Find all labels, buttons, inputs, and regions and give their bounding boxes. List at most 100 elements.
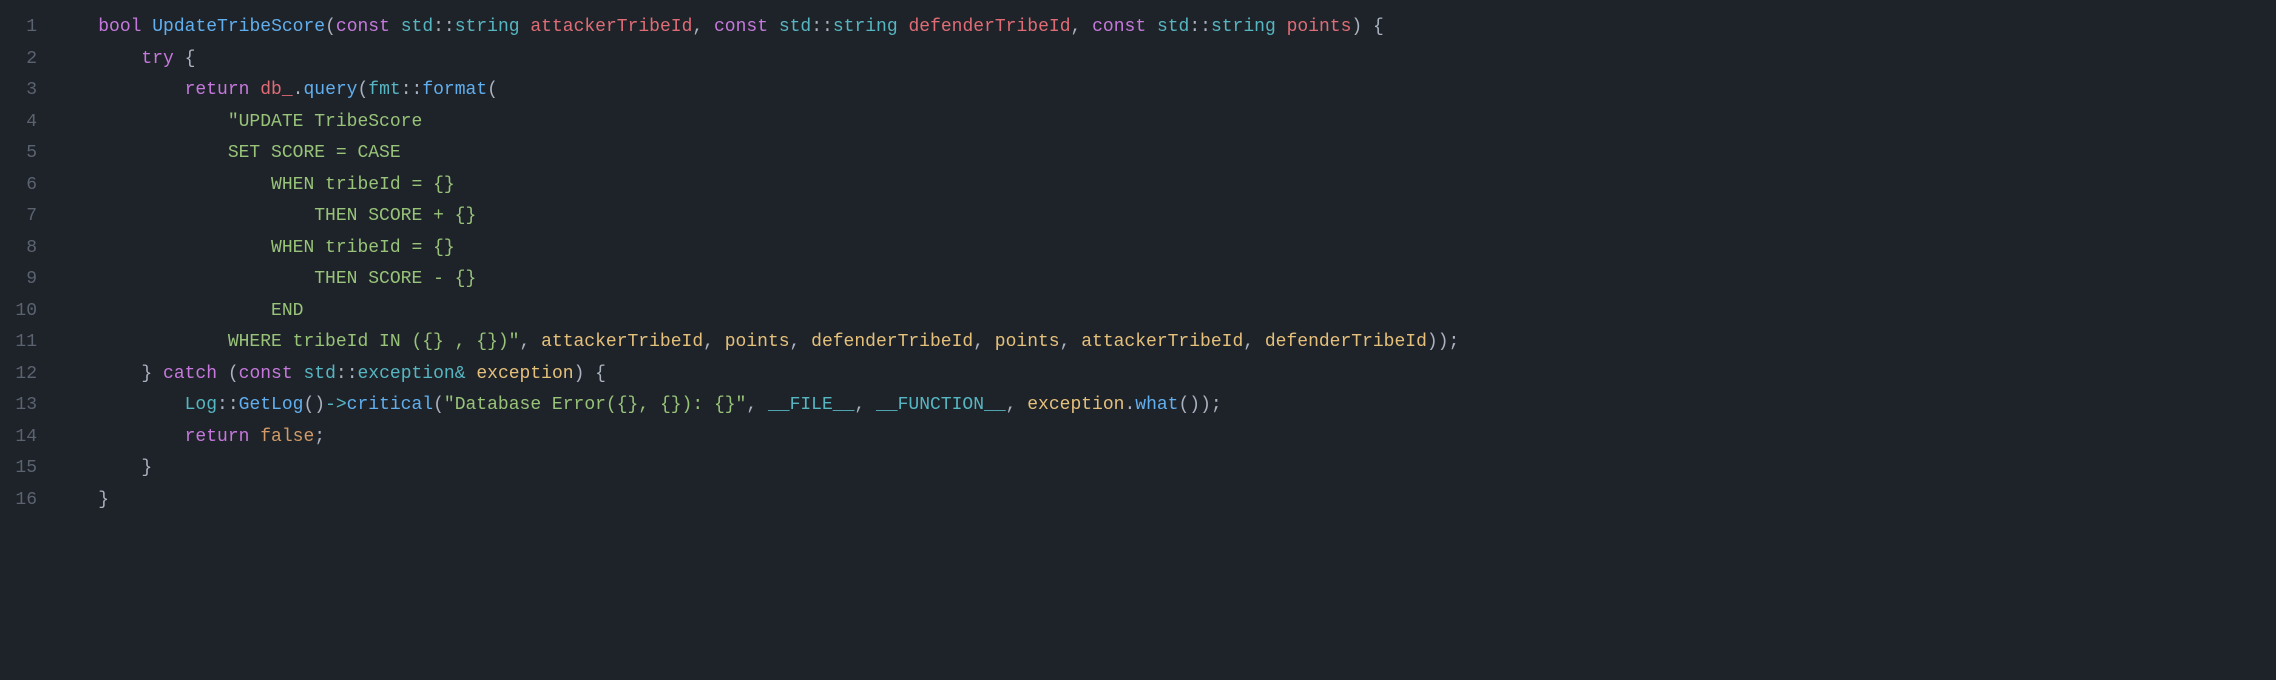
line-code[interactable]: END	[55, 296, 2276, 328]
line-code[interactable]: THEN SCORE + {}	[55, 201, 2276, 233]
line-code[interactable]: } catch (const std::exception& exception…	[55, 359, 2276, 391]
token: ,	[854, 395, 876, 415]
token: std	[401, 17, 433, 37]
code-line[interactable]: 8 WHEN tribeId = {}	[0, 233, 2276, 265]
code-line[interactable]: 10 END	[0, 296, 2276, 328]
token: Log	[185, 395, 217, 415]
line-number: 14	[0, 422, 55, 454]
token: string	[1211, 17, 1276, 37]
token: what	[1135, 395, 1178, 415]
code-line[interactable]: 15 }	[0, 453, 2276, 485]
token: {	[174, 49, 196, 69]
line-code[interactable]: WHEN tribeId = {}	[55, 170, 2276, 202]
token: WHEN tribeId = {}	[271, 175, 465, 195]
token: catch	[163, 364, 217, 384]
token: ,	[703, 332, 725, 352]
token: ::	[336, 364, 358, 384]
token: END	[271, 301, 314, 321]
token: WHERE tribeId IN ({} , {})"	[228, 332, 520, 352]
token: }	[98, 490, 109, 510]
token: SET SCORE = CASE	[228, 143, 412, 163]
code-line[interactable]: 16 }	[0, 485, 2276, 517]
token: }	[141, 364, 163, 384]
code-line[interactable]: 13 Log::GetLog()->critical("Database Err…	[0, 390, 2276, 422]
line-number: 2	[0, 44, 55, 76]
line-code[interactable]: Log::GetLog()->critical("Database Error(…	[55, 390, 2276, 422]
code-line[interactable]: 12 } catch (const std::exception& except…	[0, 359, 2276, 391]
token: ::	[811, 17, 833, 37]
token: ::	[1189, 17, 1211, 37]
token: (	[487, 80, 498, 100]
token: const	[714, 17, 768, 37]
token: GetLog	[239, 395, 304, 415]
token: string	[455, 17, 520, 37]
token: .	[1124, 395, 1135, 415]
token: try	[141, 49, 173, 69]
token: ,	[692, 17, 714, 37]
token: ;	[314, 427, 325, 447]
token: ->	[325, 395, 347, 415]
line-code[interactable]: SET SCORE = CASE	[55, 138, 2276, 170]
line-number: 15	[0, 453, 55, 485]
code-editor[interactable]: 1 bool UpdateTribeScore(const std::strin…	[0, 12, 2276, 516]
token: return	[185, 427, 250, 447]
token: ,	[519, 332, 541, 352]
token: defenderTribeId	[908, 17, 1070, 37]
token: db_	[260, 80, 292, 100]
token: attackerTribeId	[541, 332, 703, 352]
token: ::	[433, 17, 455, 37]
code-line[interactable]: 2 try {	[0, 44, 2276, 76]
token: UpdateTribeScore	[152, 17, 325, 37]
line-code[interactable]: return false;	[55, 422, 2276, 454]
token: critical	[347, 395, 433, 415]
token: ,	[1243, 332, 1265, 352]
line-number: 3	[0, 75, 55, 107]
line-number: 5	[0, 138, 55, 170]
token: const	[1092, 17, 1146, 37]
code-line[interactable]: 7 THEN SCORE + {}	[0, 201, 2276, 233]
code-line[interactable]: 3 return db_.query(fmt::format(	[0, 75, 2276, 107]
code-line[interactable]: 11 WHERE tribeId IN ({} , {})", attacker…	[0, 327, 2276, 359]
line-number: 13	[0, 390, 55, 422]
code-line[interactable]: 6 WHEN tribeId = {}	[0, 170, 2276, 202]
line-code[interactable]: bool UpdateTribeScore(const std::string …	[55, 12, 2276, 44]
token: false	[260, 427, 314, 447]
line-number: 8	[0, 233, 55, 265]
token: (	[357, 80, 368, 100]
token: defenderTribeId	[811, 332, 973, 352]
line-code[interactable]: return db_.query(fmt::format(	[55, 75, 2276, 107]
code-line[interactable]: 14 return false;	[0, 422, 2276, 454]
code-line[interactable]: 5 SET SCORE = CASE	[0, 138, 2276, 170]
token: ,	[1006, 395, 1028, 415]
line-code[interactable]: }	[55, 453, 2276, 485]
line-code[interactable]: }	[55, 485, 2276, 517]
line-code[interactable]: try {	[55, 44, 2276, 76]
line-number: 7	[0, 201, 55, 233]
line-code[interactable]: WHEN tribeId = {}	[55, 233, 2276, 265]
token: std	[1157, 17, 1189, 37]
token: ,	[790, 332, 812, 352]
line-number: 12	[0, 359, 55, 391]
token: query	[303, 80, 357, 100]
token: .	[293, 80, 304, 100]
line-code[interactable]: "UPDATE TribeScore	[55, 107, 2276, 139]
code-line[interactable]: 9 THEN SCORE - {}	[0, 264, 2276, 296]
token: ,	[1060, 332, 1082, 352]
token: (	[217, 364, 239, 384]
line-code[interactable]: WHERE tribeId IN ({} , {})", attackerTri…	[55, 327, 2276, 359]
token: "UPDATE TribeScore	[228, 112, 433, 132]
code-line[interactable]: 4 "UPDATE TribeScore	[0, 107, 2276, 139]
token: points	[1287, 17, 1352, 37]
token: ()	[303, 395, 325, 415]
token: fmt	[368, 80, 400, 100]
token: &	[455, 364, 466, 384]
token: return	[185, 80, 250, 100]
code-line[interactable]: 1 bool UpdateTribeScore(const std::strin…	[0, 12, 2276, 44]
token: THEN SCORE + {}	[314, 206, 487, 226]
token: points	[725, 332, 790, 352]
token: attackerTribeId	[1081, 332, 1243, 352]
line-number: 9	[0, 264, 55, 296]
line-number: 6	[0, 170, 55, 202]
line-code[interactable]: THEN SCORE - {}	[55, 264, 2276, 296]
token: exception	[476, 364, 573, 384]
